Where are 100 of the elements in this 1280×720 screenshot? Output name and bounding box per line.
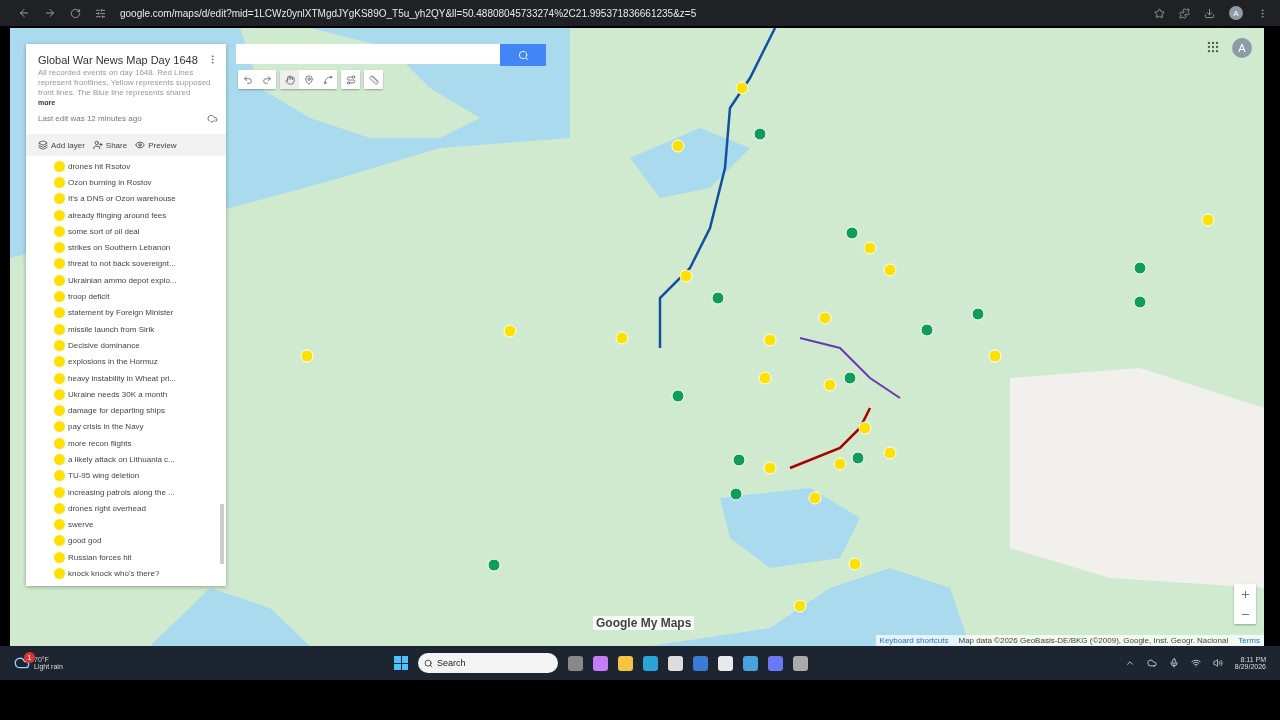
bookmark-star-icon[interactable]	[1154, 7, 1165, 19]
app-icon[interactable]	[618, 655, 633, 671]
place-item[interactable]: threat to not back sovereignt...	[54, 255, 226, 273]
hand-tool-button[interactable]	[280, 70, 299, 89]
search-field[interactable]	[236, 44, 500, 64]
marker-icon	[54, 405, 65, 417]
place-item[interactable]: drones hit Rsotov	[54, 158, 226, 175]
marker-icon	[54, 323, 65, 335]
marker-icon	[54, 258, 65, 270]
marker-icon	[54, 454, 65, 465]
map-description: All recorded events on day 1648. Red Lines represent frontlines, Yellow represents supposed front lines. The Blue line represents shared	[38, 68, 212, 98]
place-item[interactable]: increasing patrols along the ...	[54, 483, 226, 501]
place-item[interactable]: Ukrainian ammo depot explo...	[54, 272, 226, 289]
marker-icon	[54, 535, 65, 547]
marker-tool-button[interactable]	[299, 70, 318, 89]
place-item[interactable]: knock knock who's there?	[54, 565, 226, 582]
footer-link[interactable]: Terms	[1238, 636, 1260, 645]
redo-button[interactable]	[257, 70, 276, 89]
chevron-up-icon[interactable]	[1124, 658, 1135, 668]
app-icon[interactable]	[668, 655, 683, 671]
forward-icon[interactable]	[44, 7, 56, 19]
marker-icon	[54, 176, 65, 188]
line-tool-button[interactable]	[318, 70, 337, 89]
map-title: Global War News Map Day 1648	[38, 54, 198, 66]
place-item[interactable]: troop deficit	[54, 288, 226, 305]
place-item[interactable]: good god	[54, 532, 226, 550]
undo-icon	[242, 74, 253, 85]
redo-icon	[261, 74, 272, 85]
marker-icon	[54, 519, 65, 531]
back-icon[interactable]	[18, 7, 30, 19]
add-person-icon	[92, 140, 103, 150]
route-icon	[345, 74, 356, 85]
place-item[interactable]: some sort of oil deal	[54, 223, 226, 240]
marker-icon	[54, 209, 65, 221]
app-icon[interactable]	[643, 655, 658, 671]
marker-icon	[54, 421, 65, 433]
place-item[interactable]: already flinging around fees	[54, 206, 226, 224]
zoom-in-button[interactable]	[1234, 584, 1256, 604]
search-icon	[517, 49, 529, 61]
app-icon[interactable]	[718, 655, 733, 671]
directions-button[interactable]	[341, 70, 360, 89]
cloud-icon	[207, 113, 218, 124]
place-item[interactable]: It's a DNS or Ozon warehouse	[54, 190, 226, 207]
map-data-text: Map data ©2026 GeoBasis-DE/BKG (©2009), Google, Inst. Geogr. Nacional	[958, 636, 1229, 645]
marker-icon	[54, 339, 65, 351]
notification-badge: 1	[24, 652, 35, 663]
app-icon[interactable]	[593, 655, 608, 671]
place-item[interactable]: statement by Foreign Minister	[54, 304, 226, 321]
marker-icon	[54, 437, 65, 449]
site-settings-icon[interactable]	[95, 7, 106, 19]
cloud-icon[interactable]	[1146, 658, 1157, 668]
hand-icon	[284, 74, 295, 85]
marker-icon	[54, 470, 65, 482]
place-item[interactable]: a likely attack on Lithuania c...	[54, 451, 226, 468]
wifi-icon[interactable]	[1190, 658, 1201, 668]
marker-icon	[54, 502, 65, 514]
marker-icon	[54, 551, 65, 563]
layers-icon	[38, 140, 48, 150]
place-item[interactable]: missile launch from Sirik	[54, 320, 226, 338]
place-item[interactable]: explosions in the Hormuz	[54, 353, 226, 370]
place-item[interactable]: damage for departing ships	[54, 402, 226, 419]
place-item[interactable]: Russian forces hit	[54, 549, 226, 566]
scrollbar-thumb[interactable]	[220, 504, 224, 564]
eye-icon	[135, 140, 146, 150]
taskbar-search[interactable]: Search	[418, 653, 558, 673]
marker-icon	[54, 242, 65, 254]
pin-icon	[303, 74, 314, 85]
marker-icon	[54, 356, 65, 368]
address-bar[interactable]: google.com/maps/d/edit?mid=1LCWz0ynlXTMgdJYgKS89O_T5u_yh2QY&ll=50.48808045733274%2C21.995371836661235&z=5	[120, 7, 1140, 19]
undo-button[interactable]	[238, 70, 257, 89]
extensions-icon[interactable]	[1179, 7, 1190, 19]
action-button[interactable]: Share	[92, 140, 128, 150]
marker-icon	[54, 388, 65, 400]
map-logo: Google My Maps	[593, 616, 695, 630]
app-icon[interactable]	[743, 655, 758, 671]
start-icon[interactable]	[394, 656, 408, 670]
download-icon[interactable]	[1204, 7, 1215, 19]
place-item[interactable]: Ukraine needs 30K a month	[54, 386, 226, 403]
place-item[interactable]: strikes on Southern Lebanon	[54, 239, 226, 256]
speaker-icon[interactable]	[1212, 658, 1223, 668]
app-icon[interactable]	[793, 655, 808, 671]
place-item[interactable]: TU-95 wing deletion	[54, 467, 226, 484]
reload-icon[interactable]	[70, 7, 81, 19]
action-button[interactable]: Add layer	[38, 140, 85, 150]
place-item[interactable]: pay crisis in the Navy	[54, 418, 226, 436]
place-item[interactable]: drones right overhead	[54, 500, 226, 517]
place-item[interactable]: swerve	[54, 516, 226, 533]
place-item[interactable]: heavy instability in Wheat pri...	[54, 369, 226, 387]
plus-icon	[1239, 588, 1251, 600]
place-item[interactable]: Ozon burning in Rostov	[54, 174, 226, 191]
microphone-icon[interactable]	[1168, 658, 1179, 668]
last-edit-text: Last edit was 12 minutes ago	[38, 114, 142, 123]
footer-link[interactable]: Keyboard shortcuts	[879, 636, 949, 645]
weather-icon	[14, 655, 30, 671]
marker-icon	[54, 372, 65, 384]
marker-icon	[54, 274, 65, 286]
place-item[interactable]: Decisive dominance	[54, 337, 226, 354]
place-item[interactable]: more recon flights	[54, 435, 226, 452]
action-button[interactable]: Preview	[135, 140, 177, 150]
marker-icon	[54, 291, 65, 302]
